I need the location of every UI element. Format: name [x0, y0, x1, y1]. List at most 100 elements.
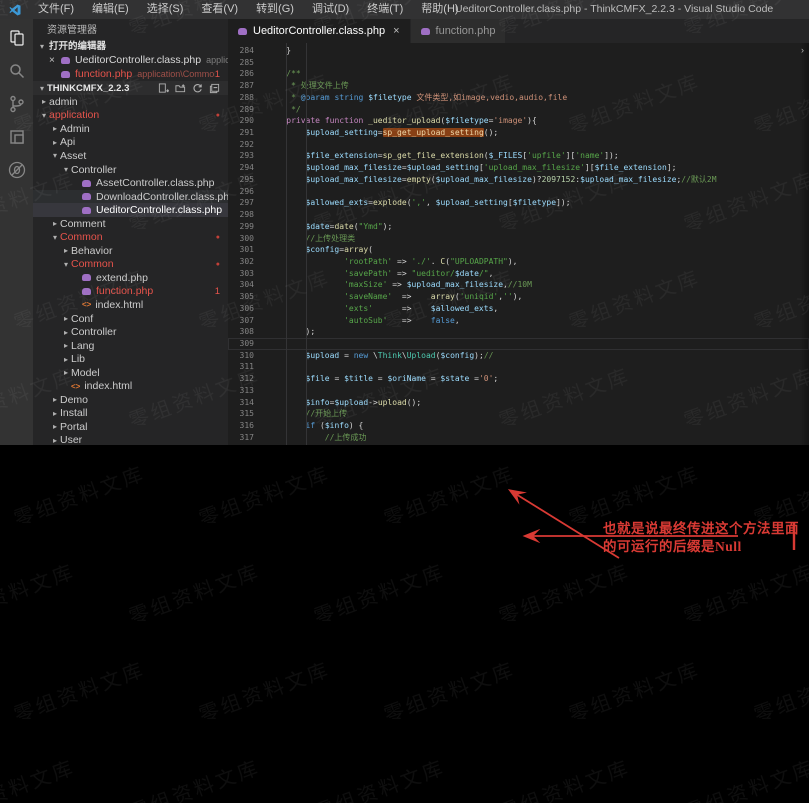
tree-file-index-html[interactable]: <>index.html	[33, 298, 228, 312]
tree-file-index-html[interactable]: <>index.html	[33, 379, 228, 393]
code-line-291[interactable]: 291 $upload_setting=sp_get_upload_settin…	[228, 127, 809, 139]
tree-folder-comment[interactable]: ▸Comment	[33, 217, 228, 231]
line-number: 286	[228, 68, 254, 80]
code-line-307[interactable]: 307 'autoSub' => false,	[228, 315, 809, 327]
tab-function-php[interactable]: function.php	[411, 19, 507, 43]
code-line-293[interactable]: 293 $file_extension=sp_get_file_extensio…	[228, 150, 809, 162]
tree-file-ueditorcontroller-class-php[interactable]: UeditorController.class.php	[33, 203, 228, 217]
code-line-286[interactable]: 286 /**	[228, 68, 809, 80]
source-control-icon[interactable]	[7, 94, 27, 114]
watermark-text: 零组资料文库	[0, 555, 79, 629]
tree-file-extend-php[interactable]: extend.php	[33, 271, 228, 285]
code-text: $allowed_exts=explode(',', $upload_setti…	[254, 197, 571, 209]
menu-item-0[interactable]: 文件(F)	[29, 0, 83, 19]
code-line-305[interactable]: 305 'saveName' => array('uniqid',''),	[228, 291, 809, 303]
code-line-290[interactable]: 290 private function _ueditor_upload($fi…	[228, 115, 809, 127]
menu-item-3[interactable]: 查看(V)	[192, 0, 247, 19]
activity-bar	[0, 19, 33, 445]
tree-folder-conf[interactable]: ▸Conf	[33, 312, 228, 326]
tree-folder-admin[interactable]: ▸Admin	[33, 122, 228, 136]
watermark-text: 零组资料文库	[379, 457, 519, 531]
menu-item-1[interactable]: 编辑(E)	[83, 0, 138, 19]
code-line-302[interactable]: 302 'rootPath' => './'. C("UPLOADPATH"),	[228, 256, 809, 268]
close-icon[interactable]: ×	[49, 54, 61, 68]
code-line-299[interactable]: 299 $date=date("Ymd");	[228, 221, 809, 233]
tree-folder-install[interactable]: ▸Install	[33, 407, 228, 421]
code-line-287[interactable]: 287 * 处理文件上传	[228, 80, 809, 92]
code-text: $file = $title = $oriName = $state ='0';	[254, 373, 498, 385]
code-line-304[interactable]: 304 'maxSize' => $upload_max_filesize,//…	[228, 279, 809, 291]
code-line-306[interactable]: 306 'exts' => $allowed_exts,	[228, 303, 809, 315]
tree-folder-portal[interactable]: ▸Portal	[33, 420, 228, 434]
code-line-298[interactable]: 298	[228, 209, 809, 221]
code-line-285[interactable]: 285	[228, 57, 809, 69]
code-editor[interactable]: 284 }285286 /**287 * 处理文件上传288 * @param …	[228, 43, 809, 445]
tree-folder-api[interactable]: ▸Api	[33, 136, 228, 150]
code-line-294[interactable]: 294 $upload_max_filesize=$upload_setting…	[228, 162, 809, 174]
code-line-292[interactable]: 292	[228, 139, 809, 151]
tree-folder-user[interactable]: ▸User	[33, 434, 228, 445]
explorer-icon[interactable]	[7, 28, 27, 48]
code-line-310[interactable]: 310 $upload = new \Think\Upload($config)…	[228, 350, 809, 362]
code-line-284[interactable]: 284 }	[228, 45, 809, 57]
tree-folder-common[interactable]: ▾Common●	[33, 258, 228, 272]
tree-folder-application[interactable]: ▾application●	[33, 109, 228, 123]
menu-item-2[interactable]: 选择(S)	[138, 0, 193, 19]
chevron-right-icon: ▸	[39, 97, 49, 106]
code-line-297[interactable]: 297 $allowed_exts=explode(',', $upload_s…	[228, 197, 809, 209]
new-folder-icon[interactable]	[175, 83, 186, 94]
code-line-289[interactable]: 289 */	[228, 104, 809, 116]
code-line-288[interactable]: 288 * @param string $filetype 文件类型,如imag…	[228, 92, 809, 104]
close-icon[interactable]: ×	[393, 25, 399, 37]
tree-root-row[interactable]: ▾ THINKCMFX_2.2.3	[33, 81, 228, 95]
tree-file-downloadcontroller-class-php[interactable]: DownloadController.class.php	[33, 190, 228, 204]
open-editors-header[interactable]: ▾ 打开的编辑器	[33, 40, 228, 54]
refresh-icon[interactable]	[192, 83, 203, 94]
tab-ueditorcontroller-class-php[interactable]: UeditorController.class.php×	[228, 19, 411, 43]
collapse-all-icon[interactable]	[209, 83, 220, 94]
chevron-right-icon: ▸	[50, 422, 60, 431]
code-line-314[interactable]: 314 $info=$upload->upload();	[228, 397, 809, 409]
code-line-317[interactable]: 317 //上传成功	[228, 432, 809, 444]
tree-folder-common[interactable]: ▾Common●	[33, 230, 228, 244]
code-line-303[interactable]: 303 'savePath' => "ueditor/$date/",	[228, 268, 809, 280]
menu-item-4[interactable]: 转到(G)	[247, 0, 303, 19]
tree-item-label: admin	[49, 96, 78, 108]
tree-folder-admin[interactable]: ▸admin	[33, 95, 228, 109]
code-line-308[interactable]: 308 );	[228, 326, 809, 338]
editor-scrollbar[interactable]	[799, 43, 809, 445]
menu-item-5[interactable]: 调试(D)	[303, 0, 358, 19]
tree-item-label: Lang	[71, 340, 94, 352]
tree-folder-asset[interactable]: ▾Asset	[33, 149, 228, 163]
watermark-text: 零组资料文库	[9, 653, 149, 727]
modified-dot: ●	[216, 234, 220, 241]
tree-folder-controller[interactable]: ▸Controller	[33, 325, 228, 339]
tree-folder-lib[interactable]: ▸Lib	[33, 352, 228, 366]
open-editor-1[interactable]: function.phpapplication\Common\Comm...1	[33, 68, 228, 82]
line-number: 300	[228, 233, 254, 245]
tree-file-function-php[interactable]: function.php1	[33, 285, 228, 299]
tree-folder-controller[interactable]: ▾Controller	[33, 163, 228, 177]
code-line-316[interactable]: 316 if ($info) {	[228, 420, 809, 432]
code-line-309[interactable]: 309	[228, 338, 809, 350]
tree-file-assetcontroller-class-php[interactable]: AssetController.class.php	[33, 176, 228, 190]
code-line-311[interactable]: 311	[228, 361, 809, 373]
code-line-296[interactable]: 296	[228, 186, 809, 198]
tree-folder-behavior[interactable]: ▸Behavior	[33, 244, 228, 258]
code-line-312[interactable]: 312 $file = $title = $oriName = $state =…	[228, 373, 809, 385]
code-line-300[interactable]: 300 //上传处理类	[228, 233, 809, 245]
new-file-icon[interactable]	[158, 83, 169, 94]
extensions-icon[interactable]	[7, 127, 27, 147]
code-line-301[interactable]: 301 $config=array(	[228, 244, 809, 256]
menu-item-6[interactable]: 终端(T)	[358, 0, 412, 19]
code-line-313[interactable]: 313	[228, 385, 809, 397]
open-editor-0[interactable]: ×UeditorController.class.phpapplication\…	[33, 54, 228, 68]
tree-folder-demo[interactable]: ▸Demo	[33, 393, 228, 407]
code-line-295[interactable]: 295 $upload_max_filesize=empty($upload_m…	[228, 174, 809, 186]
debug-icon[interactable]	[7, 160, 27, 180]
tree-folder-lang[interactable]: ▸Lang	[33, 339, 228, 353]
annotation-line2: 的可运行的后缀是Null	[603, 538, 799, 556]
tree-folder-model[interactable]: ▸Model	[33, 366, 228, 380]
search-icon[interactable]	[7, 61, 27, 81]
code-line-315[interactable]: 315 //开始上传	[228, 408, 809, 420]
